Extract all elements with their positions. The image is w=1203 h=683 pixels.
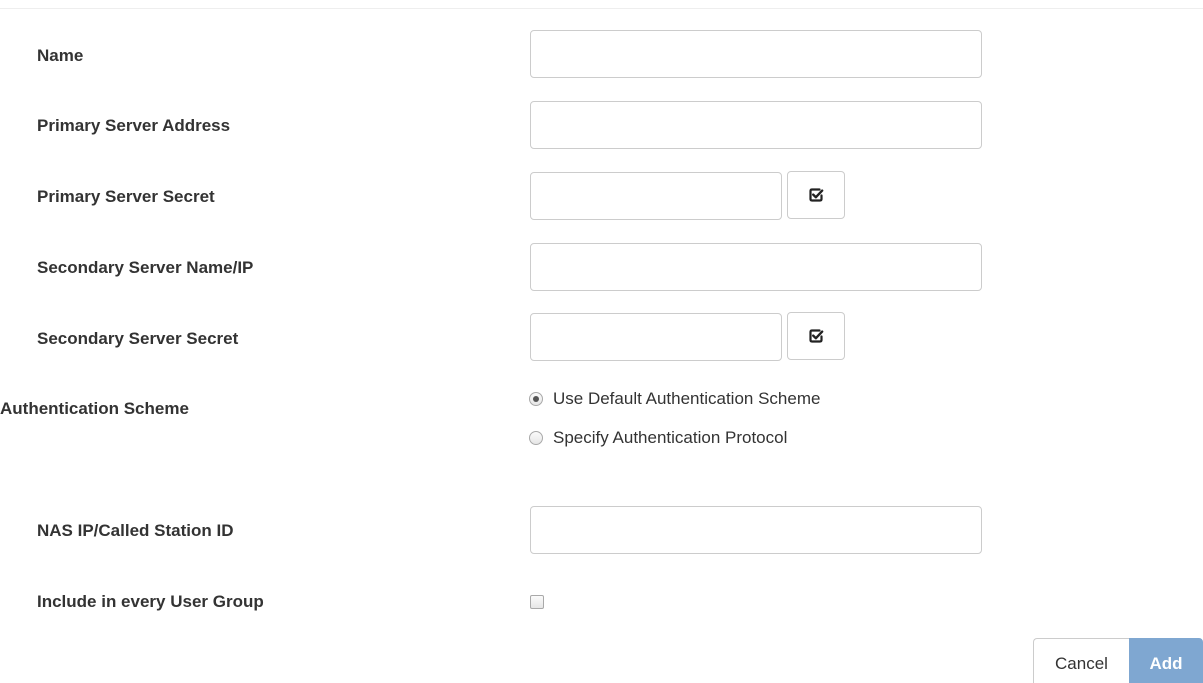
radio-specify-auth-protocol[interactable]: Specify Authentication Protocol [529,428,787,448]
secondary-server-secret-label: Secondary Server Secret [37,329,239,348]
radio-default-auth-scheme-label: Use Default Authentication Scheme [553,389,821,408]
radio-default-auth-scheme[interactable]: Use Default Authentication Scheme [529,389,820,409]
include-every-group-checkbox[interactable] [530,595,544,609]
name-input[interactable] [530,30,982,78]
authentication-scheme-label: Authentication Scheme [0,399,189,418]
primary-secret-reveal-button[interactable] [787,171,845,219]
add-button[interactable]: Add [1129,638,1203,683]
secondary-server-name-input[interactable] [530,243,982,291]
nas-ip-label: NAS IP/Called Station ID [37,521,234,540]
radio-specify-auth-protocol-label: Specify Authentication Protocol [553,428,788,447]
secondary-secret-reveal-button[interactable] [787,312,845,360]
primary-server-address-input[interactable] [530,101,982,149]
checkbox-check-icon [809,329,824,343]
secondary-server-secret-input[interactable] [530,313,782,361]
primary-server-address-label: Primary Server Address [37,116,231,135]
primary-server-secret-input[interactable] [530,172,782,220]
top-divider [0,8,1203,9]
secondary-server-name-label: Secondary Server Name/IP [37,258,254,277]
name-label: Name [37,46,84,65]
radio-button-selected[interactable] [529,392,543,406]
radio-button[interactable] [529,431,543,445]
cancel-button[interactable]: Cancel [1033,638,1129,683]
primary-server-secret-label: Primary Server Secret [37,187,215,206]
include-every-group-label: Include in every User Group [37,592,264,611]
radius-server-form: Name Primary Server Address Primary Serv… [0,0,1203,683]
nas-ip-input[interactable] [530,506,982,554]
checkbox-check-icon [809,188,824,202]
